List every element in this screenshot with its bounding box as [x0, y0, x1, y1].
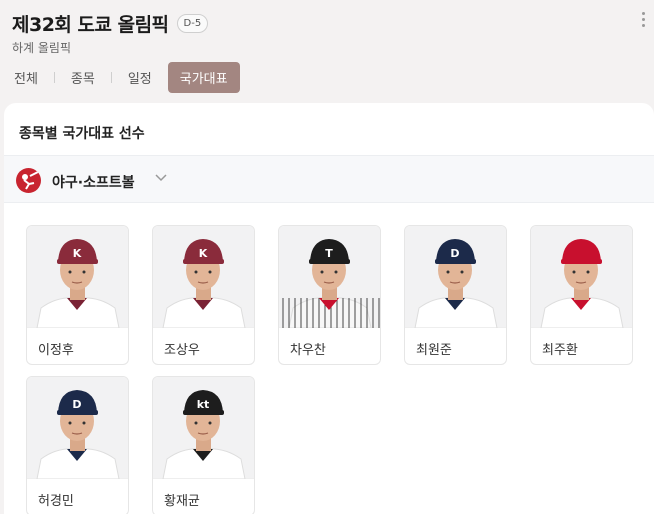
sport-selector[interactable]: 야구·소프트볼 — [4, 155, 654, 203]
tab-divider — [53, 71, 55, 83]
player-name: 최주환 — [542, 343, 578, 358]
panel-title: 종목별 국가대표 선수 — [19, 126, 145, 142]
player-name: 최원준 — [416, 343, 452, 358]
page-title: 제32회 도쿄 올림픽 — [12, 14, 169, 36]
player-card[interactable]: 최주환 — [530, 225, 633, 365]
svg-text:D: D — [72, 398, 81, 411]
more-options-icon[interactable] — [642, 12, 646, 30]
player-name: 허경민 — [38, 494, 74, 509]
tab-divider — [110, 71, 112, 83]
player-photo: D — [405, 226, 506, 328]
player-photo: K — [153, 226, 254, 328]
national-team-panel: 종목별 국가대표 선수 야구·소프트볼 K 이정후 K 조상우 T 차우찬 D … — [4, 103, 654, 514]
page-subtitle: 하계 올림픽 — [12, 41, 72, 55]
event-header: 제32회 도쿄 올림픽 D-5 하계 올림픽 전체 종목 일정 국가대표 — [0, 0, 654, 100]
player-card[interactable]: T 차우찬 — [278, 225, 381, 365]
player-card[interactable]: K 이정후 — [26, 225, 129, 365]
player-photo: K — [27, 226, 128, 328]
title-row: 제32회 도쿄 올림픽 D-5 — [12, 10, 209, 37]
svg-text:K: K — [199, 247, 208, 260]
player-photo: T — [279, 226, 380, 328]
tab-bar: 전체 종목 일정 국가대표 — [12, 61, 240, 93]
tab-sports[interactable]: 종목 — [69, 68, 97, 87]
player-card[interactable]: K 조상우 — [152, 225, 255, 365]
player-name: 황재균 — [164, 494, 200, 509]
player-photo: D — [27, 377, 128, 479]
player-card[interactable]: kt 황재균 — [152, 376, 255, 514]
tab-national-team[interactable]: 국가대표 — [167, 61, 240, 93]
svg-text:T: T — [325, 247, 333, 260]
player-photo — [531, 226, 632, 328]
svg-text:kt: kt — [197, 398, 210, 411]
svg-text:K: K — [73, 247, 82, 260]
player-name: 차우찬 — [290, 343, 326, 358]
player-card[interactable]: D 허경민 — [26, 376, 129, 514]
chevron-down-icon[interactable] — [154, 172, 168, 186]
player-photo: kt — [153, 377, 254, 479]
svg-text:D: D — [450, 247, 459, 260]
player-name: 이정후 — [38, 343, 74, 358]
player-card[interactable]: D 최원준 — [404, 225, 507, 365]
sport-name: 야구·소프트볼 — [52, 175, 135, 191]
dday-badge: D-5 — [176, 14, 209, 33]
tab-schedule[interactable]: 일정 — [126, 68, 154, 87]
player-name: 조상우 — [164, 343, 200, 358]
tab-all[interactable]: 전체 — [12, 68, 40, 87]
baseball-icon — [16, 168, 41, 193]
